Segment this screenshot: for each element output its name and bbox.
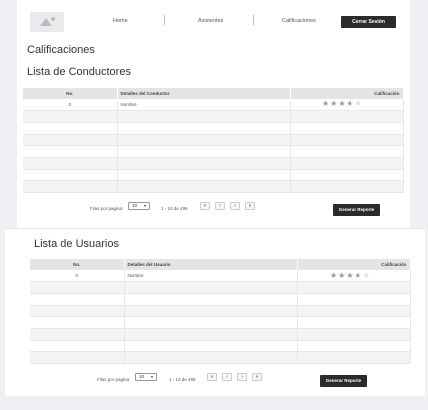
chevron-down-icon: ▾ — [150, 374, 153, 379]
table-row — [30, 340, 411, 353]
table-row — [23, 180, 404, 193]
rows-per-page-label: Filas por pagina: — [97, 377, 131, 382]
nav-home-link[interactable]: Home — [113, 18, 128, 24]
logout-button[interactable]: Cerrar Sesión — [341, 16, 396, 28]
drivers-list-title: Lista de Conductores — [27, 66, 131, 78]
table-row — [30, 351, 411, 364]
next-page-icon[interactable]: › — [237, 373, 247, 381]
star-icon: ★ — [346, 271, 355, 280]
first-page-icon[interactable]: « — [207, 373, 217, 381]
table-row — [23, 122, 404, 135]
row-number: 0 — [30, 270, 125, 283]
rating-stars: ★★★★★ — [322, 99, 363, 108]
column-header-no[interactable]: No. — [30, 259, 125, 270]
half-star-icon: ★ — [354, 271, 363, 280]
nav-calificaciones-link[interactable]: Calificaciones — [282, 18, 316, 24]
empty-star-icon: ★ — [354, 99, 363, 108]
generate-report-button[interactable]: Generar Reporte — [320, 375, 367, 387]
chevron-down-icon: ▾ — [143, 203, 146, 208]
nav-divider — [164, 15, 165, 25]
table-row — [23, 169, 404, 182]
prev-page-icon[interactable]: ‹ — [222, 373, 232, 381]
table-row — [30, 281, 411, 294]
table-row — [30, 305, 411, 318]
row-detail: Nombre — [117, 99, 291, 112]
logo-image-icon — [30, 12, 64, 32]
pagination-range: 1 - 10 de 496 — [161, 206, 188, 211]
column-header-rating[interactable]: Calificación — [297, 259, 411, 270]
users-list-title: Lista de Usuarios — [34, 238, 119, 250]
last-page-icon[interactable]: » — [245, 202, 255, 210]
pagination-range: 1 - 10 de 496 — [169, 377, 196, 382]
table-row — [30, 328, 411, 341]
column-header-details[interactable]: Detalles del Usuario — [124, 259, 298, 270]
empty-star-icon: ★ — [362, 271, 371, 280]
nav-divider — [253, 15, 254, 25]
rating-stars: ★★★★★ — [330, 271, 371, 280]
table-row — [30, 293, 411, 306]
rows-per-page-select[interactable]: 10 ▾ — [135, 373, 157, 381]
page-title: Calificaciones — [27, 44, 95, 56]
prev-page-icon[interactable]: ‹ — [215, 202, 225, 210]
rows-per-page-select[interactable]: 10 ▾ — [128, 202, 150, 210]
last-page-icon[interactable]: » — [252, 373, 262, 381]
star-icon: ★ — [322, 99, 331, 108]
rows-per-page-label: Filas por pagina: — [90, 206, 124, 211]
column-header-no[interactable]: No. — [23, 88, 118, 99]
half-star-icon: ★ — [346, 99, 355, 108]
users-panel: Lista de Usuarios No. Detalles del Usuar… — [5, 228, 425, 396]
table-row — [23, 157, 404, 170]
column-header-details[interactable]: Detalles del Conductor — [117, 88, 291, 99]
column-header-rating[interactable]: Calificación — [290, 88, 404, 99]
table-row — [23, 145, 404, 158]
drivers-panel: Home Asistentes Calificaciones Cerrar Se… — [17, 0, 410, 228]
table-row — [23, 110, 404, 123]
generate-report-button[interactable]: Generar Reporte — [333, 204, 380, 216]
table-row — [23, 134, 404, 147]
first-page-icon[interactable]: « — [200, 202, 210, 210]
star-icon: ★ — [338, 99, 347, 108]
row-detail: Nombre — [124, 270, 298, 283]
table-row — [30, 316, 411, 329]
row-number: 0 — [23, 99, 118, 112]
star-icon: ★ — [330, 271, 339, 280]
nav-asistentes-link[interactable]: Asistentes — [198, 18, 223, 24]
next-page-icon[interactable]: › — [230, 202, 240, 210]
